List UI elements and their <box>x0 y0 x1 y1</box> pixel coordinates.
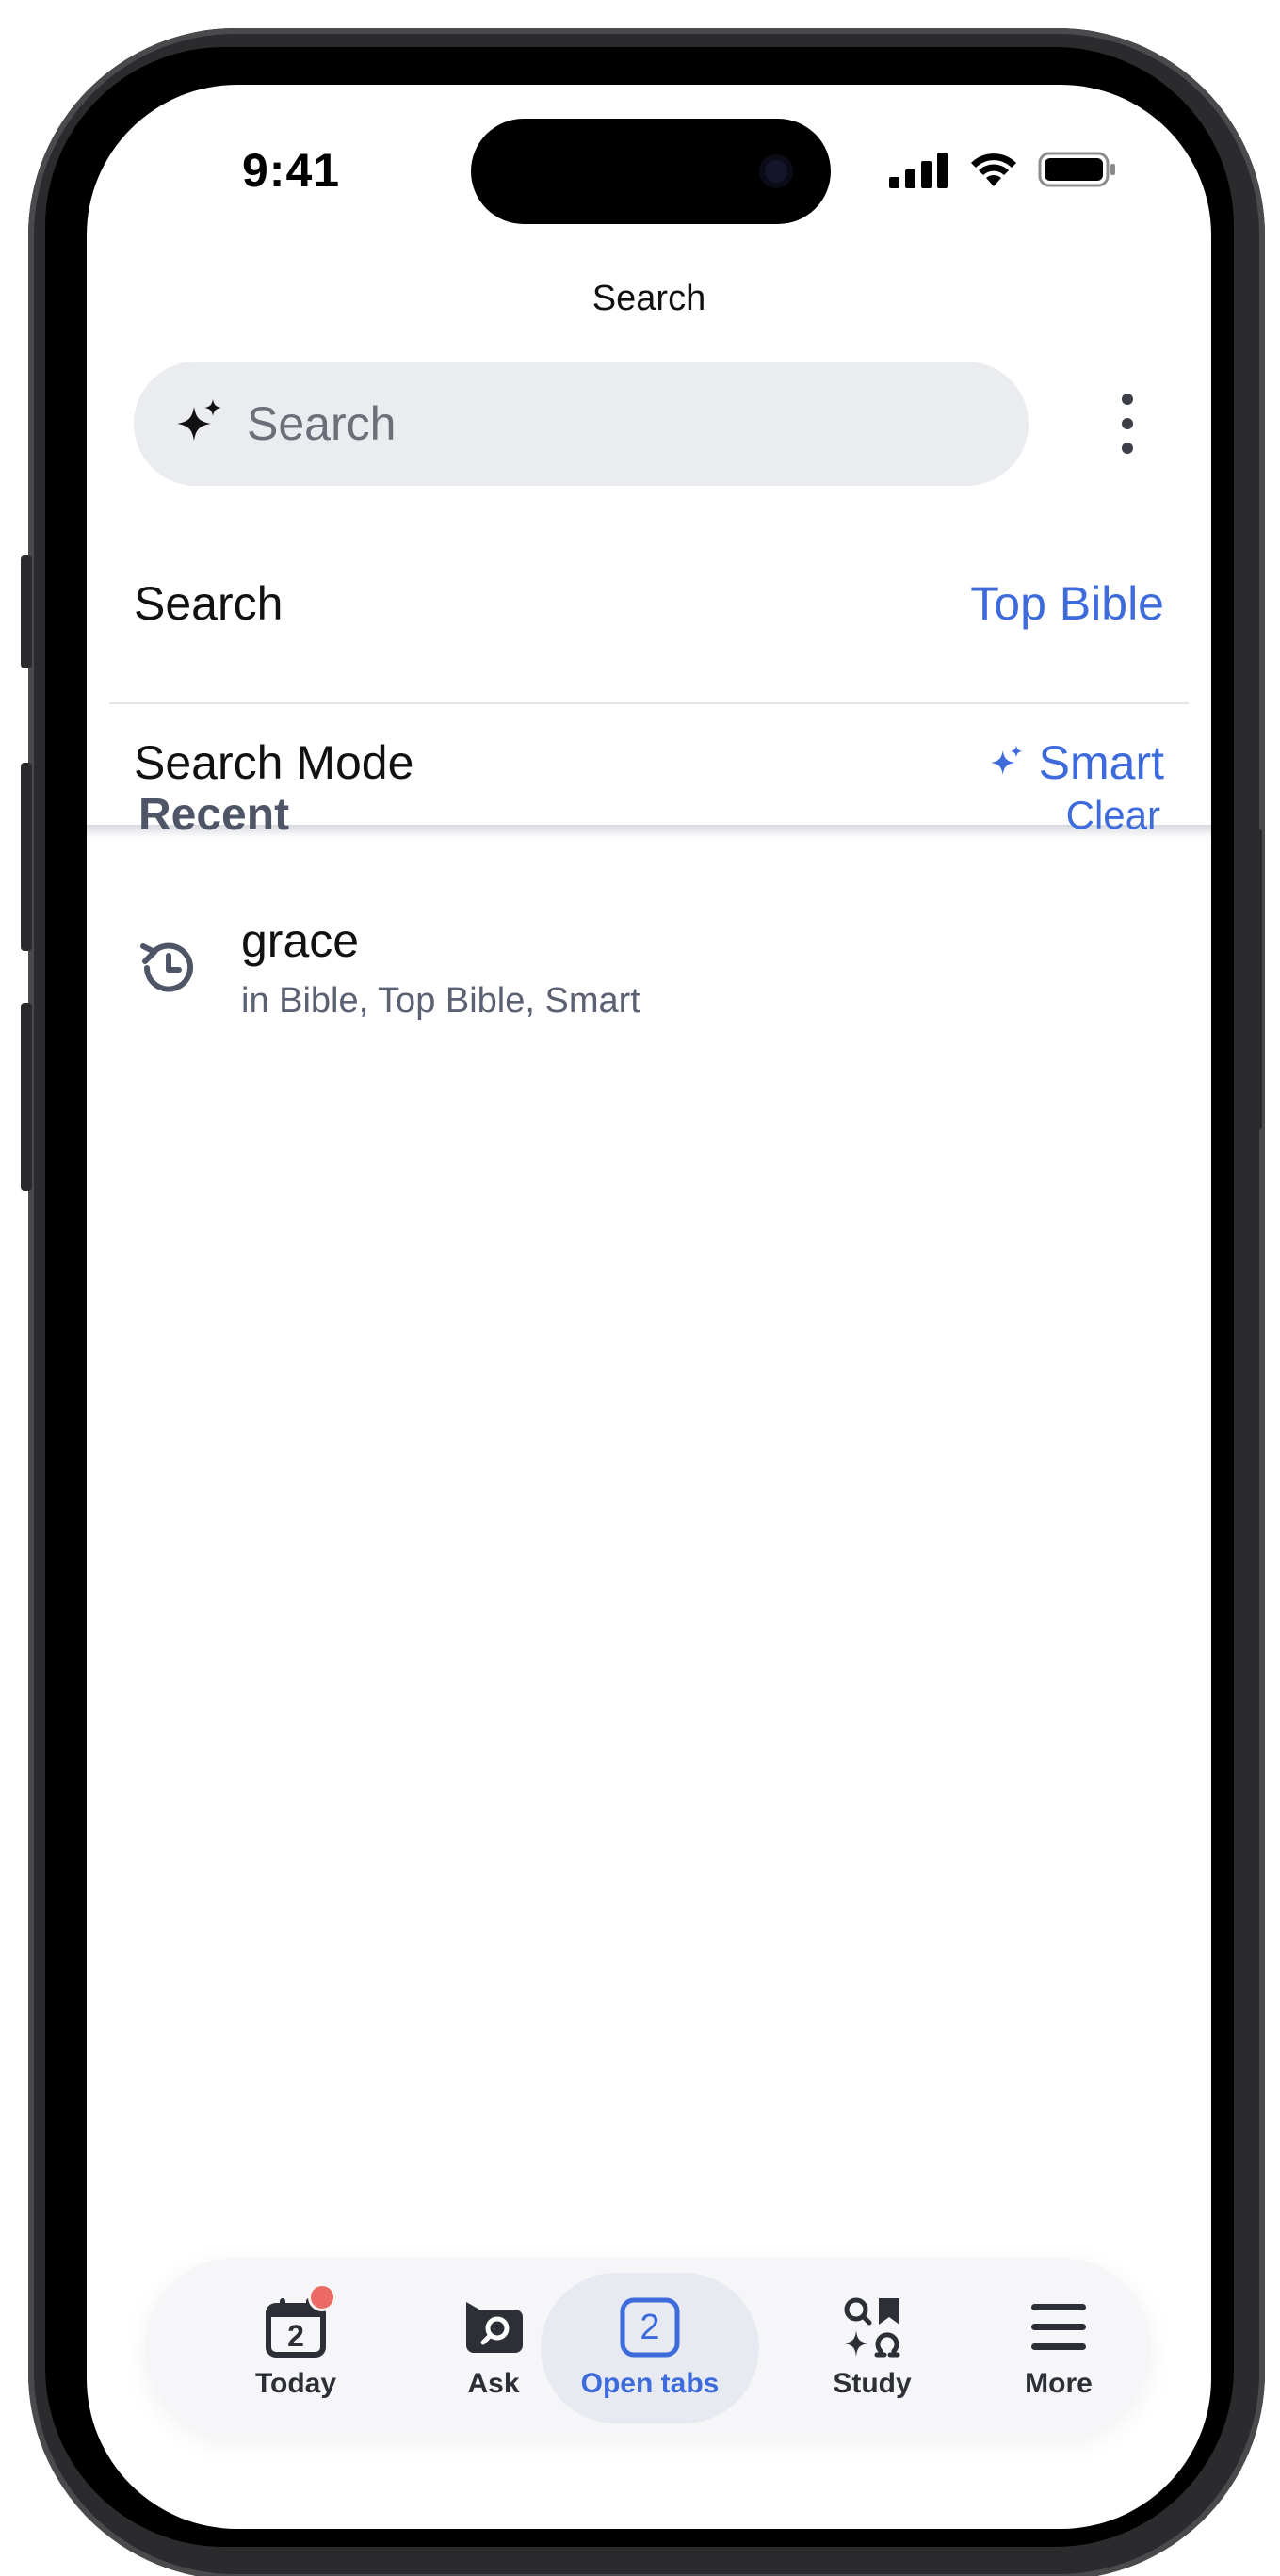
cellular-signal-icon <box>889 153 948 188</box>
recent-title: Recent <box>138 790 290 840</box>
recent-scope: in Bible, Top Bible, Smart <box>241 981 640 1021</box>
recent-item-text: grace in Bible, Top Bible, Smart <box>241 913 640 1022</box>
search-mode-label: Search Mode <box>134 736 414 789</box>
clear-button[interactable]: Clear <box>1066 793 1160 838</box>
tab-label: Today <box>254 2368 337 2399</box>
tab-label: Open tabs <box>580 2368 720 2399</box>
power-button <box>1251 829 1262 1130</box>
tab-open-tabs[interactable]: 2 Open tabs <box>541 2273 759 2423</box>
volume-up-button <box>21 763 32 951</box>
tab-more[interactable]: More <box>983 2258 1134 2439</box>
front-camera <box>759 154 793 188</box>
search-placeholder: Search <box>247 397 397 450</box>
tab-label: More <box>1025 2368 1093 2399</box>
status-icons <box>889 151 1117 188</box>
wifi-icon <box>971 153 1016 186</box>
status-time: 9:41 <box>242 144 341 197</box>
dot-icon <box>1122 394 1133 405</box>
open-tabs-count: 2 <box>640 2308 660 2347</box>
tab-label: Study <box>833 2368 912 2399</box>
search-mode-value[interactable]: Smart <box>988 735 1164 790</box>
more-options-button[interactable] <box>1109 388 1146 459</box>
search-mode-text: Smart <box>1038 736 1164 789</box>
hamburger-icon <box>1031 2304 1086 2350</box>
page-title: Search <box>591 279 706 318</box>
battery-icon <box>1038 152 1115 187</box>
volume-down-button <box>21 1003 32 1191</box>
tab-today[interactable]: 2 Today <box>220 2258 371 2439</box>
study-grid-icon <box>844 2297 900 2358</box>
action-button <box>21 555 32 668</box>
tabs-count-icon-wrap: 2 <box>619 2296 681 2359</box>
chat-search-icon <box>466 2302 523 2353</box>
calendar-day-number: 2 <box>287 2319 304 2353</box>
dot-icon <box>1122 443 1133 454</box>
list-item[interactable]: grace in Bible, Top Bible, Smart <box>134 913 640 1022</box>
calendar-icon-wrap: 2 <box>265 2283 336 2359</box>
recent-term: grace <box>241 914 360 967</box>
sparkle-icon <box>177 399 221 441</box>
search-input[interactable]: Search <box>134 362 1029 486</box>
sparkle-icon <box>990 745 1023 775</box>
search-scope-row[interactable]: Search Top Bible <box>134 576 1164 631</box>
search-scope-label: Search <box>134 577 284 630</box>
dot-icon <box>1122 418 1133 429</box>
tab-label: Ask <box>467 2368 520 2399</box>
recent-header: Recent Clear <box>138 789 1160 841</box>
screen: 9:41 Search Search Search Top Bible Sear… <box>87 85 1211 2529</box>
tab-study[interactable]: Study <box>797 2258 948 2439</box>
history-icon <box>140 942 193 992</box>
dynamic-island <box>471 119 831 224</box>
notification-dot <box>308 2283 336 2311</box>
bottom-tab-bar: 2 Today Ask 2 Open tabs Study More <box>145 2258 1151 2439</box>
search-scope-value[interactable]: Top Bible <box>970 576 1164 631</box>
